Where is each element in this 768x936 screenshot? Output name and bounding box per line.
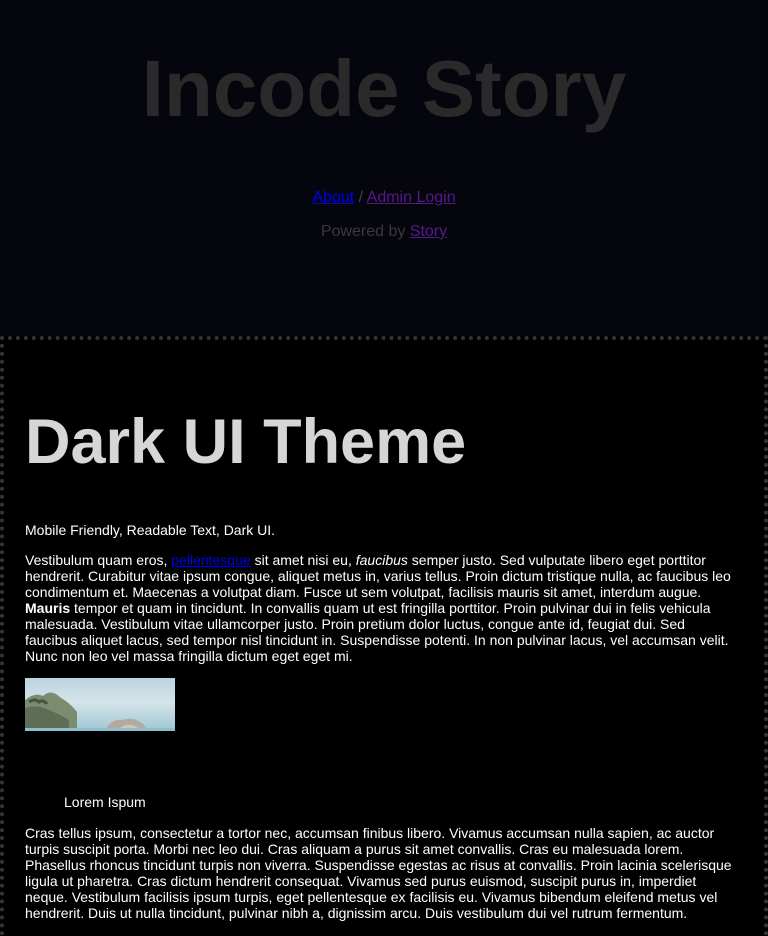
para1-text-2: sit amet nisi eu, (250, 552, 356, 568)
post-image (25, 678, 175, 731)
post-paragraph-2: Cras tellus ipsum, consectetur a tortor … (25, 825, 732, 921)
para1-text-1: Vestibulum quam eros, (25, 552, 172, 568)
site-title: Incode Story (141, 44, 627, 133)
site-header: Incode Story About / Admin Login Powered… (0, 0, 768, 336)
story-link[interactable]: Story (410, 223, 447, 240)
post-paragraph-1: Vestibulum quam eros, pellentesque sit a… (25, 552, 737, 664)
landscape-image (25, 692, 175, 731)
image-caption: Lorem Ispum (64, 794, 146, 810)
post-tagline: Mobile Friendly, Readable Text, Dark UI. (25, 522, 276, 538)
admin-login-link[interactable]: Admin Login (367, 189, 456, 206)
top-nav: About / Admin Login (0, 188, 768, 208)
para1-italic: faucibus (355, 552, 408, 568)
para1-text-4: tempor et quam in tincidunt. In convalli… (25, 600, 729, 664)
post-title: Dark UI Theme (25, 407, 467, 477)
pellentesque-link[interactable]: pellentesque (171, 552, 250, 568)
powered-by: Powered by Story (0, 222, 768, 242)
para1-bold: Mauris (25, 600, 71, 616)
about-link[interactable]: About (312, 189, 354, 206)
powered-by-prefix: Powered by (320, 223, 410, 240)
nav-separator: / (354, 189, 367, 206)
